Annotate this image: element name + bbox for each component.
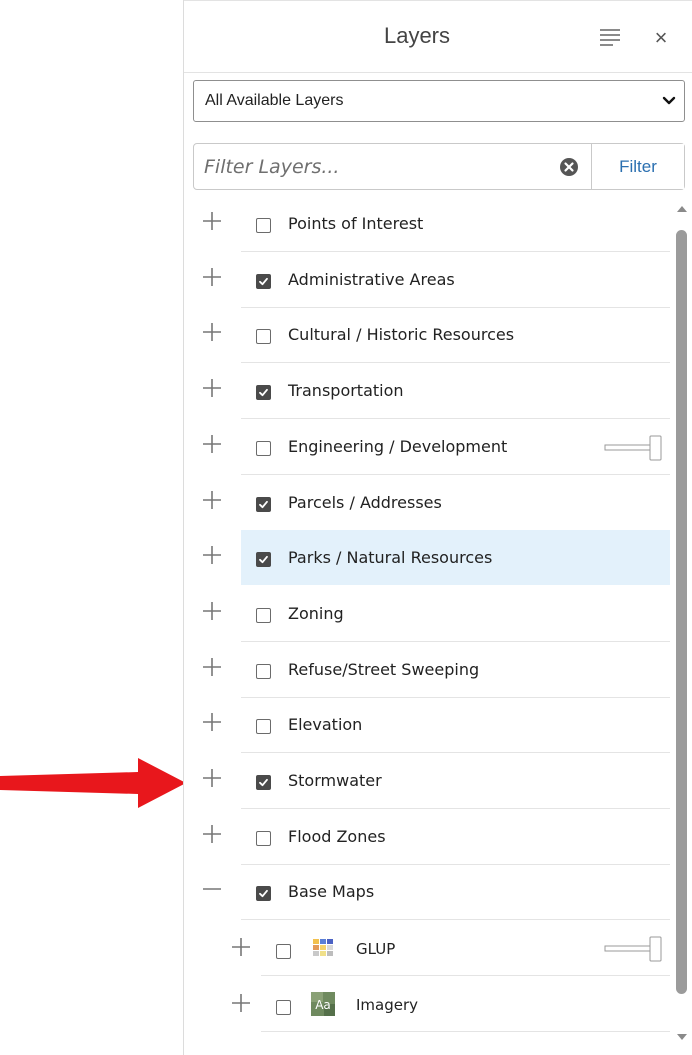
svg-text:Aa: Aa: [315, 998, 331, 1012]
layer-row: Parks / Natural Resources: [184, 530, 670, 586]
layer-list-scrollbar[interactable]: [674, 200, 690, 1050]
row-divider: [261, 1030, 670, 1032]
layer-visibility-checkbox[interactable]: [256, 663, 271, 679]
layer-row: Points of Interest: [184, 196, 670, 252]
layer-label[interactable]: Administrative Areas: [288, 270, 455, 289]
scroll-down-icon[interactable]: [677, 1034, 687, 1040]
panel-title: Layers: [383, 23, 451, 48]
imagery-thumbnail: Aa: [311, 991, 335, 1016]
layer-row: Elevation: [184, 697, 670, 754]
sublayer-label[interactable]: Imagery: [356, 996, 418, 1014]
clear-filter-icon[interactable]: [559, 157, 579, 177]
layer-visibility-checkbox[interactable]: [256, 329, 271, 345]
layer-category-value: All Available Layers: [205, 92, 344, 109]
layer-label[interactable]: Engineering / Development: [288, 437, 507, 456]
expand-plus-icon[interactable]: [201, 489, 223, 511]
layer-label[interactable]: Refuse/Street Sweeping: [288, 660, 479, 679]
collapse-minus-icon[interactable]: [201, 878, 223, 900]
layer-row: Transportation: [184, 363, 670, 420]
layer-row: Stormwater: [184, 753, 670, 809]
layer-visibility-checkbox[interactable]: [256, 830, 271, 846]
expand-plus-icon[interactable]: [201, 711, 223, 733]
close-icon[interactable]: ×: [649, 27, 673, 49]
layer-row: Administrative Areas: [184, 252, 670, 308]
layer-label[interactable]: Elevation: [288, 715, 362, 734]
layer-label[interactable]: Flood Zones: [288, 827, 386, 846]
scrollbar-thumb[interactable]: [676, 230, 687, 994]
list-icon[interactable]: [600, 28, 620, 46]
layer-row: Base Maps: [184, 864, 670, 921]
expand-plus-icon[interactable]: [201, 600, 223, 622]
layer-row: Zoning: [184, 586, 670, 642]
scroll-up-icon[interactable]: [677, 206, 687, 212]
layer-visibility-checkbox[interactable]: [256, 273, 271, 289]
layer-visibility-checkbox[interactable]: [256, 496, 271, 512]
layer-label[interactable]: Cultural / Historic Resources: [288, 325, 514, 344]
layer-category-select[interactable]: All Available Layers: [193, 80, 685, 122]
expand-plus-icon[interactable]: [201, 544, 223, 566]
layer-list: Points of Interest Administrative Areas Cu…: [184, 196, 692, 1055]
layer-visibility-checkbox[interactable]: [256, 607, 271, 623]
opacity-slider[interactable]: [604, 936, 664, 962]
filter-button[interactable]: Filter: [591, 144, 684, 189]
expand-plus-icon[interactable]: [201, 433, 223, 455]
layer-label[interactable]: Parcels / Addresses: [288, 493, 442, 512]
expand-plus-icon[interactable]: [201, 767, 223, 789]
layer-visibility-checkbox[interactable]: [276, 944, 291, 960]
expand-plus-icon[interactable]: [230, 992, 252, 1014]
filter-group: Filter: [193, 143, 685, 190]
expand-plus-icon[interactable]: [201, 823, 223, 845]
layer-visibility-checkbox[interactable]: [256, 218, 271, 233]
layer-visibility-checkbox[interactable]: [256, 552, 271, 568]
checkmark-icon: [259, 277, 268, 285]
layer-label[interactable]: Points of Interest: [288, 214, 423, 233]
expand-plus-icon[interactable]: [201, 266, 223, 288]
expand-plus-icon[interactable]: [201, 377, 223, 399]
land-use-thumbnail: [313, 939, 333, 957]
layer-visibility-checkbox[interactable]: [276, 999, 291, 1015]
sublayer-row: GLUP: [184, 920, 670, 977]
expand-plus-icon[interactable]: [201, 210, 223, 232]
expand-plus-icon[interactable]: [201, 656, 223, 678]
layer-label[interactable]: Base Maps: [288, 882, 374, 901]
layer-label[interactable]: Zoning: [288, 604, 344, 623]
layer-row: Cultural / Historic Resources: [184, 307, 670, 364]
layers-panel: Layers × All Available Layers Filter Poi…: [183, 0, 692, 1055]
checkmark-icon: [259, 778, 268, 787]
layer-visibility-checkbox[interactable]: [256, 719, 271, 735]
layer-visibility-checkbox[interactable]: [256, 886, 271, 902]
layer-visibility-checkbox[interactable]: [256, 775, 271, 790]
layer-label[interactable]: Transportation: [288, 381, 404, 400]
layer-label[interactable]: Stormwater: [288, 771, 382, 790]
sublayer-label[interactable]: GLUP: [356, 940, 395, 958]
annotation-arrow-icon: [0, 758, 186, 808]
layer-row: Engineering / Development: [184, 419, 670, 475]
checkmark-icon: [259, 388, 268, 397]
layer-label[interactable]: Parks / Natural Resources: [288, 548, 492, 567]
layer-row: Refuse/Street Sweeping: [184, 642, 670, 698]
expand-plus-icon[interactable]: [201, 321, 223, 343]
sublayer-row: Aa Imagery: [184, 976, 670, 1032]
checkmark-icon: [259, 500, 268, 508]
layer-row: Flood Zones: [184, 809, 670, 865]
checkmark-icon: [259, 556, 268, 564]
layer-visibility-checkbox[interactable]: [256, 385, 271, 401]
opacity-slider[interactable]: [604, 435, 664, 461]
chevron-down-icon: [662, 96, 676, 105]
filter-input[interactable]: [194, 144, 590, 189]
layer-visibility-checkbox[interactable]: [256, 440, 271, 456]
layer-row: Parcels / Addresses: [184, 475, 670, 531]
panel-header: Layers ×: [184, 0, 692, 73]
expand-plus-icon[interactable]: [230, 936, 252, 958]
checkmark-icon: [259, 890, 268, 898]
